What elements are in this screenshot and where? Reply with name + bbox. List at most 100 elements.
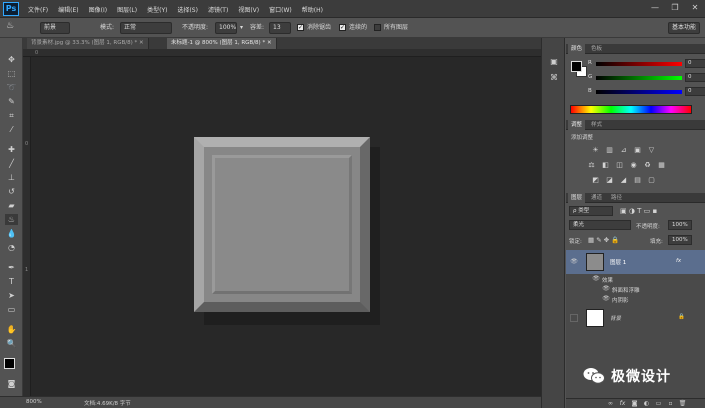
lasso-tool-icon[interactable]: ➰ (5, 82, 18, 93)
tab-paths[interactable]: 路径 (608, 193, 625, 203)
levels-icon[interactable]: ▥ (604, 145, 615, 155)
brightness-icon[interactable]: ☀ (590, 145, 601, 155)
effect-eye-icon[interactable]: 👁 (602, 285, 610, 293)
history-panel-icon[interactable]: ▣ (548, 56, 560, 68)
zoom-tool-icon[interactable]: 🔍 (5, 338, 18, 349)
restore-button[interactable]: ❐ (669, 2, 681, 14)
link-layers-icon[interactable]: ∞ (606, 400, 615, 408)
delete-layer-icon[interactable]: 🗑 (678, 400, 687, 408)
pen-tool-icon[interactable]: ✒ (5, 262, 18, 273)
move-tool-icon[interactable]: ✥ (5, 54, 18, 65)
shape-tool-icon[interactable]: ▭ (5, 304, 18, 315)
new-layer-icon[interactable]: ▫ (666, 400, 675, 408)
layer-row-background[interactable]: 背景 🔒 (566, 306, 705, 330)
paint-bucket-icon[interactable]: ♨ (6, 20, 14, 32)
tab-styles[interactable]: 样式 (588, 120, 605, 130)
menu-image[interactable]: 图像(I) (89, 5, 107, 14)
curves-icon[interactable]: ⊿ (618, 145, 629, 155)
effect-row-bevel[interactable]: 👁 斜面和浮雕 (566, 284, 705, 294)
tab-layers[interactable]: 图层 (568, 193, 586, 203)
channel-g-slider[interactable] (596, 76, 682, 80)
panel-foreground-swatch[interactable] (571, 61, 582, 72)
add-style-icon[interactable]: fx (618, 400, 627, 408)
tab-color[interactable]: 颜色 (568, 44, 586, 54)
tolerance-input[interactable]: 13 (269, 22, 291, 34)
fill-input[interactable]: 100% (668, 235, 692, 245)
menu-window[interactable]: 窗口(W) (269, 5, 292, 14)
blend-mode-select[interactable]: 柔光 (569, 220, 631, 230)
foreground-color-swatch[interactable] (4, 358, 15, 369)
invert-icon[interactable]: ◩ (590, 175, 601, 185)
new-group-icon[interactable]: ▭ (654, 400, 663, 408)
menu-help[interactable]: 帮助(H) (302, 5, 323, 14)
antialias-checkbox[interactable]: ✓ (297, 24, 304, 31)
layer-row-layer1[interactable]: 👁 图层 1 fx (566, 250, 705, 274)
channel-r-slider[interactable] (596, 62, 682, 66)
color-balance-icon[interactable]: ◧ (600, 160, 611, 170)
eraser-tool-icon[interactable]: ▰ (5, 200, 18, 211)
opacity-dropdown-icon[interactable]: ▾ (240, 22, 243, 34)
visibility-box[interactable] (570, 314, 578, 322)
photo-filter-icon[interactable]: ◉ (628, 160, 639, 170)
paint-bucket-tool-icon[interactable]: ♨ (5, 214, 18, 225)
tab-background-material[interactable]: 背景素材.jpg @ 33.3% (图层 1, RGB/8) * ✕ (27, 38, 149, 49)
layer-filter-select[interactable]: ρ 类型 (569, 206, 613, 216)
path-select-tool-icon[interactable]: ➤ (5, 290, 18, 301)
tab-untitled-1[interactable]: 未标题-1 @ 800% (图层 1, RGB/8) * ✕ (167, 38, 277, 49)
threshold-icon[interactable]: ◢ (618, 175, 629, 185)
channel-value[interactable]: 0 (685, 73, 705, 82)
tab-swatches[interactable]: 色板 (588, 44, 605, 54)
menu-select[interactable]: 选择(S) (177, 5, 198, 14)
blur-tool-icon[interactable]: 💧 (5, 228, 18, 239)
all-layers-checkbox[interactable] (374, 24, 381, 31)
selective-color-icon[interactable]: ▢ (646, 175, 657, 185)
black-white-icon[interactable]: ◫ (614, 160, 625, 170)
opacity-input[interactable]: 100% (215, 22, 237, 34)
layer-opacity-input[interactable]: 100% (668, 220, 692, 230)
visibility-eye-icon[interactable]: 👁 (570, 258, 578, 266)
close-button[interactable]: ✕ (689, 2, 701, 14)
effects-row[interactable]: 👁 效果 (566, 274, 705, 284)
channel-b-slider[interactable] (596, 90, 682, 94)
hand-tool-icon[interactable]: ✋ (5, 324, 18, 335)
contiguous-checkbox[interactable]: ✓ (339, 24, 346, 31)
filter-icons[interactable]: ▣ ◑ T ▭ ▪ (620, 207, 657, 215)
fill-source-select[interactable]: 前景 (40, 22, 70, 34)
gradient-map-icon[interactable]: ▤ (632, 175, 643, 185)
vibrance-icon[interactable]: ▽ (646, 145, 657, 155)
menu-edit[interactable]: 编辑(E) (58, 5, 78, 14)
effect-row-inner-shadow[interactable]: 👁 内阴影 (566, 294, 705, 304)
color-lookup-icon[interactable]: ▦ (656, 160, 667, 170)
hue-saturation-icon[interactable]: ⚖ (586, 160, 597, 170)
menu-type[interactable]: 类型(Y) (147, 5, 167, 14)
marquee-tool-icon[interactable]: ⬚ (5, 68, 18, 79)
menu-layer[interactable]: 图层(L) (117, 5, 137, 14)
stamp-tool-icon[interactable]: ⊥ (5, 172, 18, 183)
workspace-select[interactable]: 基本功能 (668, 22, 700, 34)
eyedropper-tool-icon[interactable]: ⁄ (5, 124, 18, 135)
dodge-tool-icon[interactable]: ◔ (5, 242, 18, 253)
quick-select-tool-icon[interactable]: ✎ (5, 96, 18, 107)
exposure-icon[interactable]: ▣ (632, 145, 643, 155)
tab-adjustments[interactable]: 调整 (568, 120, 586, 130)
properties-panel-icon[interactable]: ⌘ (548, 72, 560, 84)
effects-eye-icon[interactable]: 👁 (592, 275, 600, 283)
minimize-button[interactable]: — (649, 2, 661, 14)
crop-tool-icon[interactable]: ⌗ (5, 110, 18, 121)
channel-mixer-icon[interactable]: ♻ (642, 160, 653, 170)
posterize-icon[interactable]: ◪ (604, 175, 615, 185)
channel-value[interactable]: 0 (685, 87, 705, 96)
tab-channels[interactable]: 通道 (588, 193, 605, 203)
lock-icons[interactable]: ▦ ✎ ✥ 🔒 (588, 236, 619, 244)
type-tool-icon[interactable]: T (5, 276, 18, 287)
channel-value[interactable]: 0 (685, 59, 705, 68)
adjustment-layer-icon[interactable]: ◐ (642, 400, 651, 408)
mode-select[interactable]: 正常 (120, 22, 172, 34)
menu-filter[interactable]: 滤镜(T) (208, 5, 228, 14)
healing-tool-icon[interactable]: ✚ (5, 144, 18, 155)
zoom-level[interactable]: 800% (26, 399, 42, 405)
brush-tool-icon[interactable]: ╱ (5, 158, 18, 169)
menu-file[interactable]: 文件(F) (28, 5, 48, 14)
quick-mask-icon[interactable]: ◙ (5, 378, 18, 389)
menu-view[interactable]: 视图(V) (238, 5, 259, 14)
